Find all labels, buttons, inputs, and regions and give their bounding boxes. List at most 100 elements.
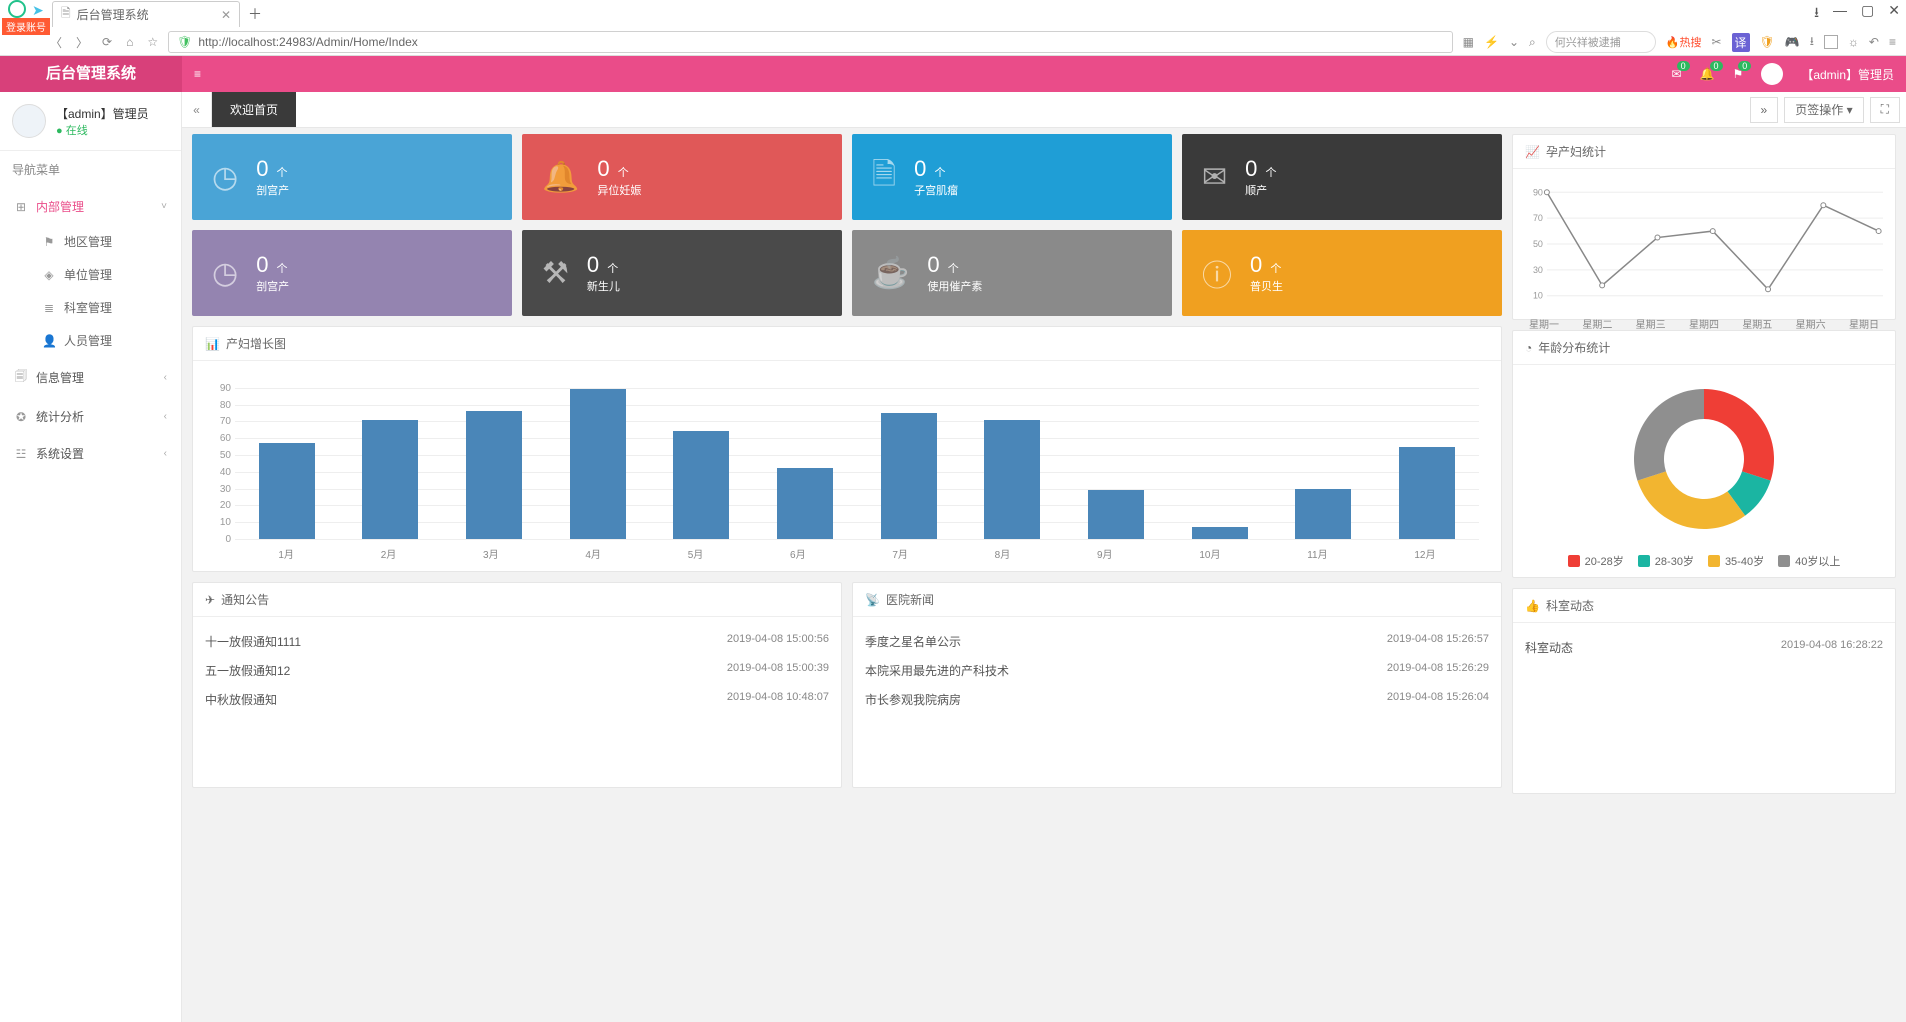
list-item[interactable]: 科室动态2019-04-08 16:28:22 [1525,633,1883,662]
item-date: 2019-04-08 15:26:04 [1387,691,1489,708]
nav-label: 科室管理 [64,299,112,316]
user-name: 【admin】管理员 [56,105,149,122]
hot-button[interactable]: 🔥热搜 [1666,34,1702,50]
stat-card-2[interactable]: 🗎0 个子宫肌瘤 [852,134,1172,220]
sidebar-group-0[interactable]: ⊞内部管理˅ [0,188,181,225]
line-chart-title: 孕产妇统计 [1546,143,1606,160]
pie-chart-panel: ◔年龄分布统计 20-28岁28-30岁35-40岁40岁以上 [1512,330,1896,578]
sidebar-group-2[interactable]: ✪统计分析‹ [0,398,181,435]
pie-chart-icon: ◔ [1525,341,1532,355]
browser-tab[interactable]: 🗎 后台管理系统 ✕ [52,1,240,27]
translate-icon[interactable]: 译 [1732,33,1750,52]
sidebar-group-3[interactable]: ☳系统设置‹ [0,435,181,472]
card-value: 0 个 [927,252,982,278]
game-icon[interactable]: 🎮 [1785,35,1800,49]
apps-icon[interactable] [1824,35,1838,49]
content-area: « 欢迎首页 » 页签操作 ▾ ⛶ ◷0 个剖宫产🔔0 个异位妊娠🗎0 个子宫肌… [182,56,1906,1022]
list-item[interactable]: 本院采用最先进的产科技术2019-04-08 15:26:29 [865,656,1489,685]
chevron-icon: ‹ [164,448,167,459]
donut-slice [1634,389,1704,481]
stat-card-1[interactable]: 🔔0 个异位妊娠 [522,134,842,220]
gear-icon[interactable]: ☼ [1848,35,1859,49]
tab-welcome[interactable]: 欢迎首页 [212,92,296,127]
search-input[interactable]: 何兴祥被逮捕 [1546,31,1656,53]
stat-card-5[interactable]: ⚒0 个新生儿 [522,230,842,316]
card-icon: 🗎 [872,152,896,203]
tabstrip: « 欢迎首页 » 页签操作 ▾ ⛶ [182,92,1906,128]
list-item[interactable]: 市长参观我院病房2019-04-08 15:26:04 [865,685,1489,714]
item-date: 2019-04-08 16:28:22 [1781,639,1883,656]
dept-title: 科室动态 [1546,597,1594,614]
page-ops-button[interactable]: 页签操作 ▾ [1784,97,1863,123]
menu-icon[interactable]: ≡ [1889,35,1896,49]
undo-icon[interactable]: ↶ [1869,35,1879,49]
reload-icon[interactable]: ⟳ [102,35,112,49]
stat-card-4[interactable]: ◷0 个剖宫产 [192,230,512,316]
sidebar-group-1[interactable]: 🗐信息管理‹ [0,357,181,398]
scissors-icon[interactable]: ✂ [1711,35,1721,49]
card-label: 新生儿 [587,278,620,294]
bar-xlabel: 6月 [790,546,806,561]
avatar[interactable] [1761,63,1783,85]
search-icon[interactable]: ⌕ [1529,35,1536,50]
bar-xlabel: 11月 [1307,546,1327,561]
download2-icon[interactable]: ⭳ [1810,32,1814,53]
stat-card-7[interactable]: ⓘ0 个普贝生 [1182,230,1502,316]
header-username[interactable]: 【admin】管理员 [1801,66,1894,83]
sidebar-toggle-icon[interactable]: ≡ [182,67,213,81]
nav-header: 导航菜单 [0,151,181,188]
card-value: 0 个 [256,156,289,182]
thumb-icon: 👍 [1525,599,1540,613]
bar [673,431,729,539]
line-xlabel: 星期二 [1582,316,1612,331]
url-text: http://localhost:24983/Admin/Home/Index [198,35,417,49]
bar-xlabel: 9月 [1097,546,1113,561]
tab-next-icon[interactable]: » [1750,97,1779,123]
item-date: 2019-04-08 15:26:57 [1387,633,1489,650]
bolt-icon[interactable]: ⚡ [1484,35,1499,49]
shield-badge-icon[interactable]: 🛡 [1760,35,1775,49]
card-value: 0 个 [1245,156,1276,182]
mail-icon[interactable]: ✉0 [1672,67,1682,81]
donut-legend: 20-28岁28-30岁35-40岁40岁以上 [1568,553,1841,569]
chevron-icon: ‹ [164,372,167,383]
close-tab-icon[interactable]: ✕ [221,8,231,22]
nav-label: 人员管理 [64,332,112,349]
sidebar-item-0-0[interactable]: ⚑地区管理 [28,225,181,258]
sidebar-item-0-2[interactable]: ≣ 科室管理 [28,291,181,324]
notice-title: 通知公告 [221,591,269,608]
list-item[interactable]: 季度之星名单公示2019-04-08 15:26:57 [865,627,1489,656]
flag-icon[interactable]: ⚑0 [1733,67,1744,81]
list-item[interactable]: 十一放假通知11112019-04-08 15:00:56 [205,627,829,656]
legend-item: 40岁以上 [1778,553,1840,569]
bell-icon[interactable]: 🔔0 [1700,67,1715,81]
fullscreen-icon[interactable]: ⛶ [1870,97,1900,123]
card-icon: ◷ [212,256,238,291]
brand-title: 后台管理系统 [0,56,182,92]
nav-icon: ☳ [14,447,28,461]
chevron-down-icon[interactable]: ⌄ [1509,35,1519,49]
grid-icon[interactable]: ▦ [1463,35,1474,49]
nav-icon: ≣ [42,301,56,315]
stat-card-0[interactable]: ◷0 个剖宫产 [192,134,512,220]
stat-card-3[interactable]: ✉0 个顺产 [1182,134,1502,220]
stat-card-6[interactable]: ☕0 个使用催产素 [852,230,1172,316]
list-item[interactable]: 中秋放假通知2019-04-08 10:48:07 [205,685,829,714]
home-icon[interactable]: ⌂ [126,35,133,49]
tab-prev-icon[interactable]: « [182,92,212,127]
sidebar-item-0-3[interactable]: 👤人员管理 [28,324,181,357]
forward-icon[interactable]: 〉 [76,34,88,51]
url-input[interactable]: 🛡 http://localhost:24983/Admin/Home/Inde… [168,31,1453,53]
back-icon[interactable]: 〈 [50,34,62,51]
user-status: ● 在线 [56,122,149,138]
item-title: 十一放假通知1111 [205,633,301,650]
new-tab-icon[interactable]: ＋ [248,4,262,24]
user-avatar[interactable] [12,104,46,138]
user-block: 【admin】管理员 ● 在线 [0,92,181,151]
card-icon: ◷ [212,160,238,195]
star-icon[interactable]: ☆ [147,35,158,49]
card-value: 0 个 [256,252,289,278]
chevron-icon: ˅ [161,201,167,212]
sidebar-item-0-1[interactable]: ◈单位管理 [28,258,181,291]
list-item[interactable]: 五一放假通知122019-04-08 15:00:39 [205,656,829,685]
